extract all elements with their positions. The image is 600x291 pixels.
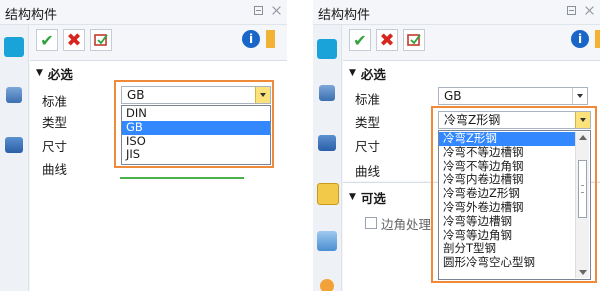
standard-value: GB [444,89,462,103]
help-icon[interactable] [595,30,600,48]
standard-label: 标准 [355,92,381,107]
part-icon[interactable] [317,183,339,205]
standard-select[interactable]: GB [438,87,588,105]
type-dropdown-list: 冷弯Z形钢 冷弯不等边槽钢 冷弯不等边角钢 冷弯内卷边槽钢 冷弯卷边Z形钢 冷弯… [438,130,591,280]
corner-treatment-label: 边角处理 [381,217,432,232]
curve-label: 曲线 [42,162,68,177]
left-panel: 结构构件 ✔ ✖ i ▼ 必选 标准 类型 尺寸 曲线 GB DIN GB IS… [0,0,287,291]
ok-button[interactable]: ✔ [349,29,371,51]
standard-label: 标准 [42,94,68,109]
image-icon[interactable] [317,231,337,251]
size-label: 尺寸 [355,139,381,154]
curve-field-underline [120,177,244,179]
chevron-down-icon[interactable] [255,87,270,103]
collapse-arrow-icon: ▼ [349,68,356,78]
tree-icon[interactable] [318,135,336,151]
dropdown-option[interactable]: 冷弯不等边槽钢 [439,145,590,160]
close-icon[interactable] [272,6,281,15]
apply-icon [407,34,421,46]
section-required-label: 必选 [47,66,73,82]
right-sidebar [313,25,342,291]
standard-dropdown-list: DIN GB ISO JIS [121,105,271,165]
left-toolbar: ✔ ✖ i [30,25,287,56]
type-value: 冷弯Z形钢 [444,113,501,127]
standard-value: GB [127,88,145,102]
type-select[interactable]: 冷弯Z形钢 [438,111,591,129]
corner-treatment-checkbox[interactable] [365,217,377,229]
chevron-down-icon[interactable] [572,88,587,104]
dropdown-option[interactable]: 冷弯外卷边槽钢 [439,200,590,215]
dropdown-scrollbar[interactable] [575,132,589,278]
minimize-icon[interactable] [254,6,263,15]
cancel-button[interactable]: ✖ [63,29,85,51]
chevron-down-icon[interactable] [575,112,590,128]
panel-title: 结构构件 [318,8,371,23]
scroll-up-icon[interactable] [579,135,587,140]
dropdown-option[interactable]: 冷弯等边角钢 [439,228,590,243]
ok-button[interactable]: ✔ [36,29,58,51]
type-label: 类型 [42,115,68,130]
scroll-down-icon[interactable] [579,270,587,275]
help-icon[interactable] [266,30,275,48]
apply-icon [94,34,108,46]
section-required[interactable]: ▼ 必选 [349,63,386,83]
dropdown-option[interactable]: ISO [122,134,270,149]
dropdown-option[interactable]: DIN [122,106,270,121]
dropdown-option[interactable]: 冷弯等边槽钢 [439,214,590,229]
panel-title: 结构构件 [5,8,58,23]
dropdown-option[interactable]: 圆形冷弯空心型钢 [439,255,590,270]
type-label: 类型 [355,115,381,130]
scrollbar-thumb[interactable] [578,160,587,218]
dropdown-option[interactable]: 冷弯卷边Z形钢 [439,186,590,201]
dropdown-option[interactable]: 冷弯内卷边槽钢 [439,173,590,187]
collapse-arrow-icon: ▼ [349,192,356,202]
dropdown-option-selected[interactable]: 冷弯Z形钢 [439,131,575,146]
section-required[interactable]: ▼ 必选 [36,63,73,83]
section-optional[interactable]: ▼ 可选 [349,187,386,207]
dropdown-option-selected[interactable]: GB [122,120,270,135]
section-required-label: 必选 [360,66,386,82]
dropdown-option[interactable]: 剖分T型钢 [439,242,590,256]
right-toolbar: ✔ ✖ i [343,25,600,56]
dropdown-option[interactable]: 冷弯不等边角钢 [439,159,590,174]
collapse-arrow-icon: ▼ [36,68,43,78]
cube-icon[interactable] [4,37,24,57]
color-icon[interactable] [320,279,334,291]
structure-icon[interactable] [319,85,335,101]
info-icon[interactable]: i [571,30,589,48]
apply-button[interactable] [403,29,425,51]
section-optional-label: 可选 [360,190,386,206]
standard-select[interactable]: GB [121,86,271,104]
cube-icon[interactable] [317,39,337,59]
minimize-icon[interactable] [567,6,576,15]
apply-button[interactable] [90,29,112,51]
info-icon[interactable]: i [242,30,260,48]
size-label: 尺寸 [42,139,68,154]
left-titlebar: 结构构件 [0,0,287,25]
right-titlebar: 结构构件 [313,0,600,25]
tree-icon[interactable] [5,137,23,153]
curve-label: 曲线 [355,164,381,179]
dropdown-option[interactable]: JIS [122,148,270,162]
close-icon[interactable] [585,6,594,15]
cancel-button[interactable]: ✖ [376,29,398,51]
right-panel: 结构构件 ✔ ✖ i ▼ 必选 标准 类型 尺寸 曲线 GB ▼ 可选 边角处理… [313,0,600,291]
structure-icon[interactable] [6,87,22,103]
left-sidebar [0,25,29,291]
